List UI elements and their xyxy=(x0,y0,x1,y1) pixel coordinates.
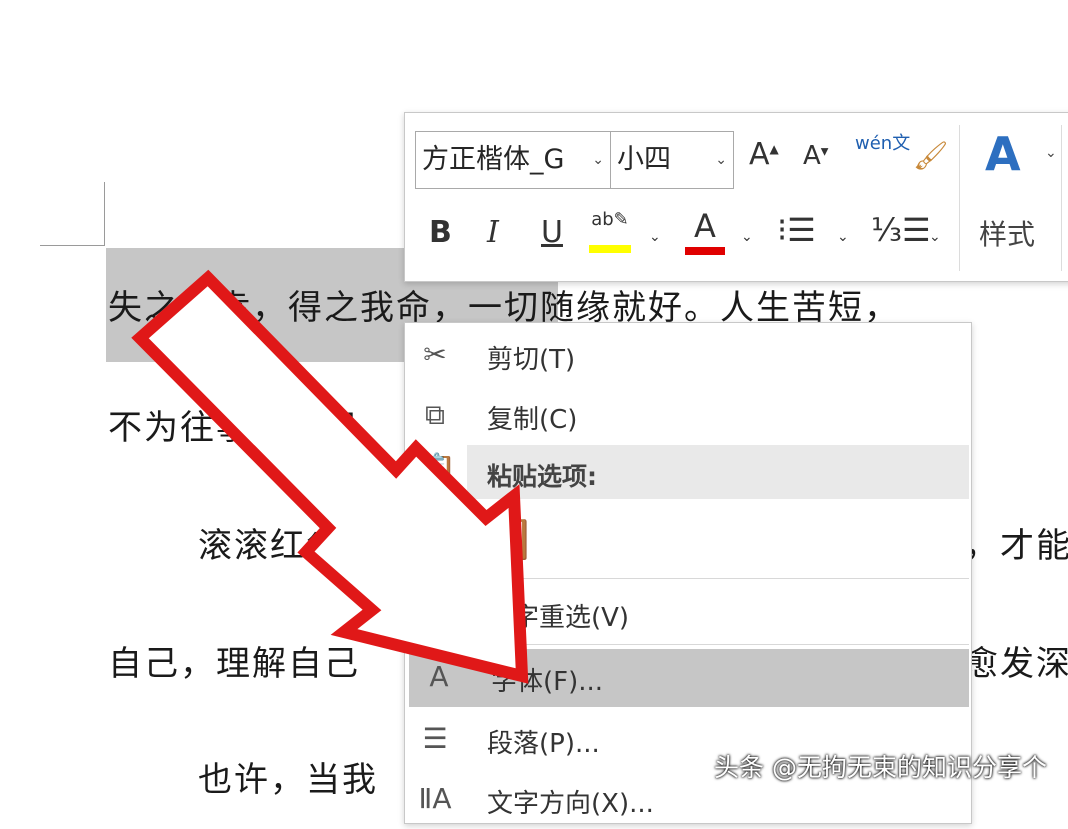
document-line-3[interactable]: 滚滚红尘， xyxy=(198,518,378,567)
font-color-bar xyxy=(685,247,725,255)
menu-item-label: 文字方向(X)... xyxy=(487,789,654,819)
chevron-down-icon[interactable]: ⌄ xyxy=(929,229,941,245)
document-line-5[interactable]: 也许，当我 xyxy=(198,752,378,801)
mini-formatting-toolbar: 方正楷体_G ⌄ 小四 ⌄ A▲ A▼ wén文 🖌 A ⌄ B I U ab✎… xyxy=(404,112,1068,282)
numbering-icon[interactable]: ⅓☰ xyxy=(871,211,931,249)
chevron-down-icon[interactable]: ⌄ xyxy=(715,132,727,188)
font-color-icon[interactable]: A xyxy=(685,207,725,255)
text-highlight-icon[interactable]: ab✎ xyxy=(589,209,631,253)
document-line-2[interactable]: 不为往事忧，只 xyxy=(108,400,360,449)
menu-item-label: 剪切(T) xyxy=(487,345,576,375)
menu-item-label: 汉字重选(V) xyxy=(487,603,630,633)
styles-pane-icon[interactable]: A xyxy=(985,127,1021,181)
menu-item-label: 复制(C) xyxy=(487,405,578,435)
chevron-down-icon[interactable]: ⌄ xyxy=(837,229,849,245)
chevron-down-icon[interactable]: ⌄ xyxy=(741,229,753,245)
menu-separator xyxy=(467,578,969,579)
menu-item-label: 段落(P)... xyxy=(487,729,600,759)
document-line-3-right[interactable]: ，才能 xyxy=(964,518,1068,567)
menu-item-label: 字体(F)... xyxy=(491,667,604,697)
text-direction-icon: ⅡA xyxy=(418,782,452,815)
grow-font-icon[interactable]: A▲ xyxy=(749,137,779,172)
font-name-value: 方正楷体_G xyxy=(422,144,565,175)
document-line-4[interactable]: 自己，理解自己 xyxy=(108,636,360,685)
page-corner-horizontal-mark xyxy=(40,245,105,246)
chevron-down-icon[interactable]: ⌄ xyxy=(1045,145,1057,161)
menu-separator xyxy=(467,644,969,645)
chevron-down-icon[interactable]: ⌄ xyxy=(592,132,604,188)
toolbar-divider xyxy=(1061,125,1062,271)
phonetic-guide-icon[interactable]: wén文 xyxy=(855,135,910,153)
copy-icon: ⧉ xyxy=(425,398,445,431)
bullets-icon[interactable]: ⁝☰ xyxy=(777,211,816,249)
chevron-down-icon[interactable]: ⌄ xyxy=(649,229,661,245)
highlight-color-bar xyxy=(589,245,631,253)
font-letter-icon: A xyxy=(429,660,449,693)
underline-icon[interactable]: U xyxy=(541,215,563,250)
shrink-font-icon[interactable]: A▼ xyxy=(803,141,829,171)
font-size-value: 小四 xyxy=(617,144,671,175)
paste-options-label: 粘贴选项: xyxy=(487,462,597,491)
menu-item-copy[interactable]: ⧉ 复制(C) xyxy=(405,387,971,445)
font-name-combobox[interactable]: 方正楷体_G ⌄ xyxy=(415,131,611,189)
menu-item-font[interactable]: A 字体(F)... xyxy=(409,649,969,707)
paste-keep-text-only-icon[interactable]: 📋 xyxy=(483,513,535,563)
menu-item-reconvert[interactable]: 汉字重选(V) xyxy=(405,585,971,643)
font-size-combobox[interactable]: 小四 ⌄ xyxy=(610,131,734,189)
toolbar-divider xyxy=(959,125,960,271)
page-corner-vertical-mark xyxy=(104,182,105,246)
scissors-icon: ✂ xyxy=(423,338,447,371)
paragraph-icon: ☰ xyxy=(422,722,448,755)
format-painter-icon[interactable]: 🖌 xyxy=(913,139,949,172)
italic-icon[interactable]: I xyxy=(487,215,499,250)
bold-icon[interactable]: B xyxy=(429,215,452,250)
watermark-text: 头条 @无拘无束的知识分享个 xyxy=(714,753,1047,782)
styles-button[interactable]: 样式 xyxy=(979,213,1035,253)
clipboard-icon: 📋 xyxy=(417,451,457,489)
paste-options-header: 粘贴选项: xyxy=(467,445,969,499)
document-line-4-right[interactable]: 愈发深 xyxy=(964,636,1068,685)
menu-item-cut[interactable]: ✂ 剪切(T) xyxy=(405,327,971,385)
